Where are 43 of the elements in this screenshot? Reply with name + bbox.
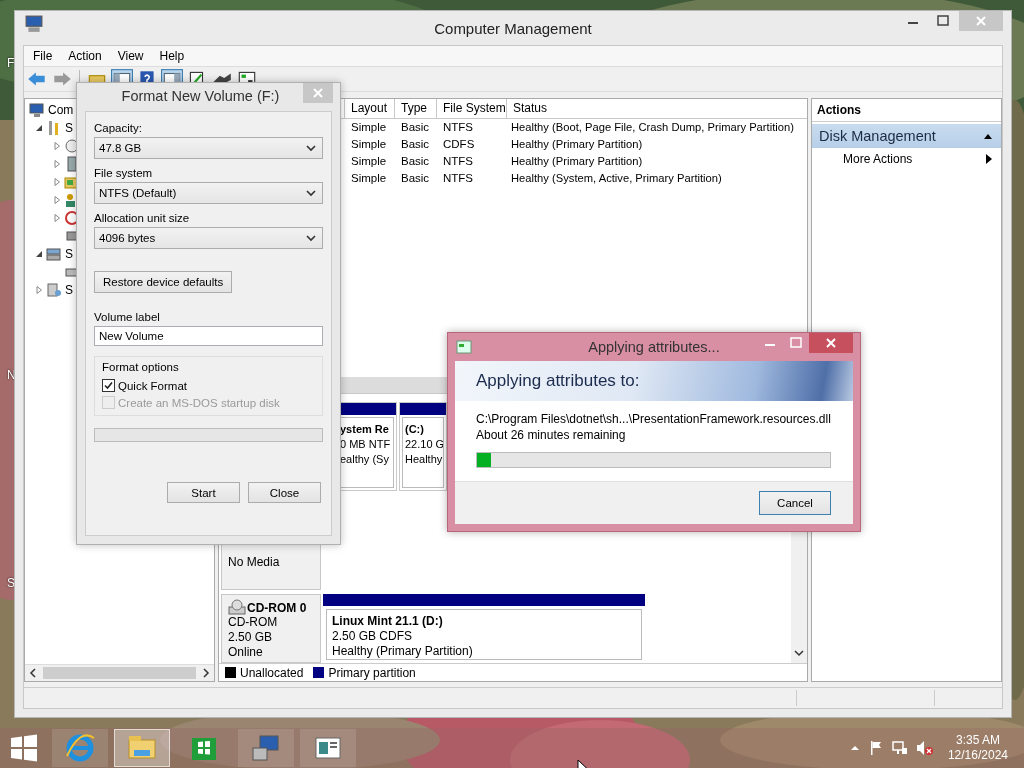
table-cell-text: Simple — [350, 120, 388, 135]
legend-label: Unallocated — [240, 665, 304, 680]
file-path: C:\Program Files\dotnet\sh...\PresentationFramework.resources.dll — [476, 411, 832, 427]
partition-text: Healthy — [405, 452, 443, 467]
disk-status: No Media — [228, 554, 281, 569]
partition-text: ealthy (Sy — [340, 452, 389, 467]
partition-text: Healthy (Primary Partition) — [332, 643, 474, 659]
table-cell-text: Simple — [350, 137, 388, 152]
dialog-title: Format New Volume (F:) — [121, 88, 280, 104]
table-cell-text: Basic — [400, 171, 431, 186]
table-cell-text: Healthy (Primary Partition) — [510, 154, 644, 169]
table-cell-text: NTFS — [442, 154, 475, 169]
disk-info: 2.50 GB — [228, 629, 274, 645]
table-cell-text: CDFS — [442, 137, 476, 152]
time-remaining: About 26 minutes remaining — [476, 427, 627, 443]
table-cell-text: NTFS — [442, 171, 475, 186]
dialog-heading: Applying attributes to: — [476, 371, 640, 391]
table-cell-text: Healthy (Boot, Page File, Crash Dump, Primary Partition) — [510, 120, 795, 135]
partition-text: 2.50 GB CDFS — [332, 628, 414, 644]
table-cell-text: Basic — [400, 137, 431, 152]
table-cell-text: NTFS — [442, 120, 475, 135]
table-cell-text: Basic — [400, 154, 431, 169]
partition-text: 22.10 G — [405, 437, 443, 452]
group-title: Format options — [102, 361, 180, 373]
partition-text: Linux Mint 21.1 (D:) — [332, 613, 444, 629]
legend-label: Primary partition — [328, 665, 416, 680]
field-label: Allocation unit size — [94, 212, 191, 224]
table-cell-text: Healthy (System, Active, Primary Partition) — [510, 171, 723, 186]
table-cell-text: Healthy (Primary Partition) — [510, 137, 644, 152]
field-label: Capacity: — [94, 122, 143, 134]
table-cell-text: Simple — [350, 154, 388, 169]
disk-info: CD-ROM — [228, 614, 279, 630]
partition-text: ystem Re — [340, 422, 389, 437]
partition-text: (C:) — [405, 422, 425, 437]
pane-title: Actions — [817, 103, 861, 117]
table-cell-text: Basic — [400, 120, 431, 135]
disk-info: Online — [228, 644, 264, 660]
field-label: Volume label — [94, 311, 161, 323]
field-label: File system — [94, 167, 154, 179]
dialog-title: Applying attributes... — [588, 339, 720, 355]
disk-name: CD-ROM 0 — [247, 600, 307, 615]
table-cell-text: Simple — [350, 171, 388, 186]
window-title: Computer Management — [434, 20, 592, 37]
